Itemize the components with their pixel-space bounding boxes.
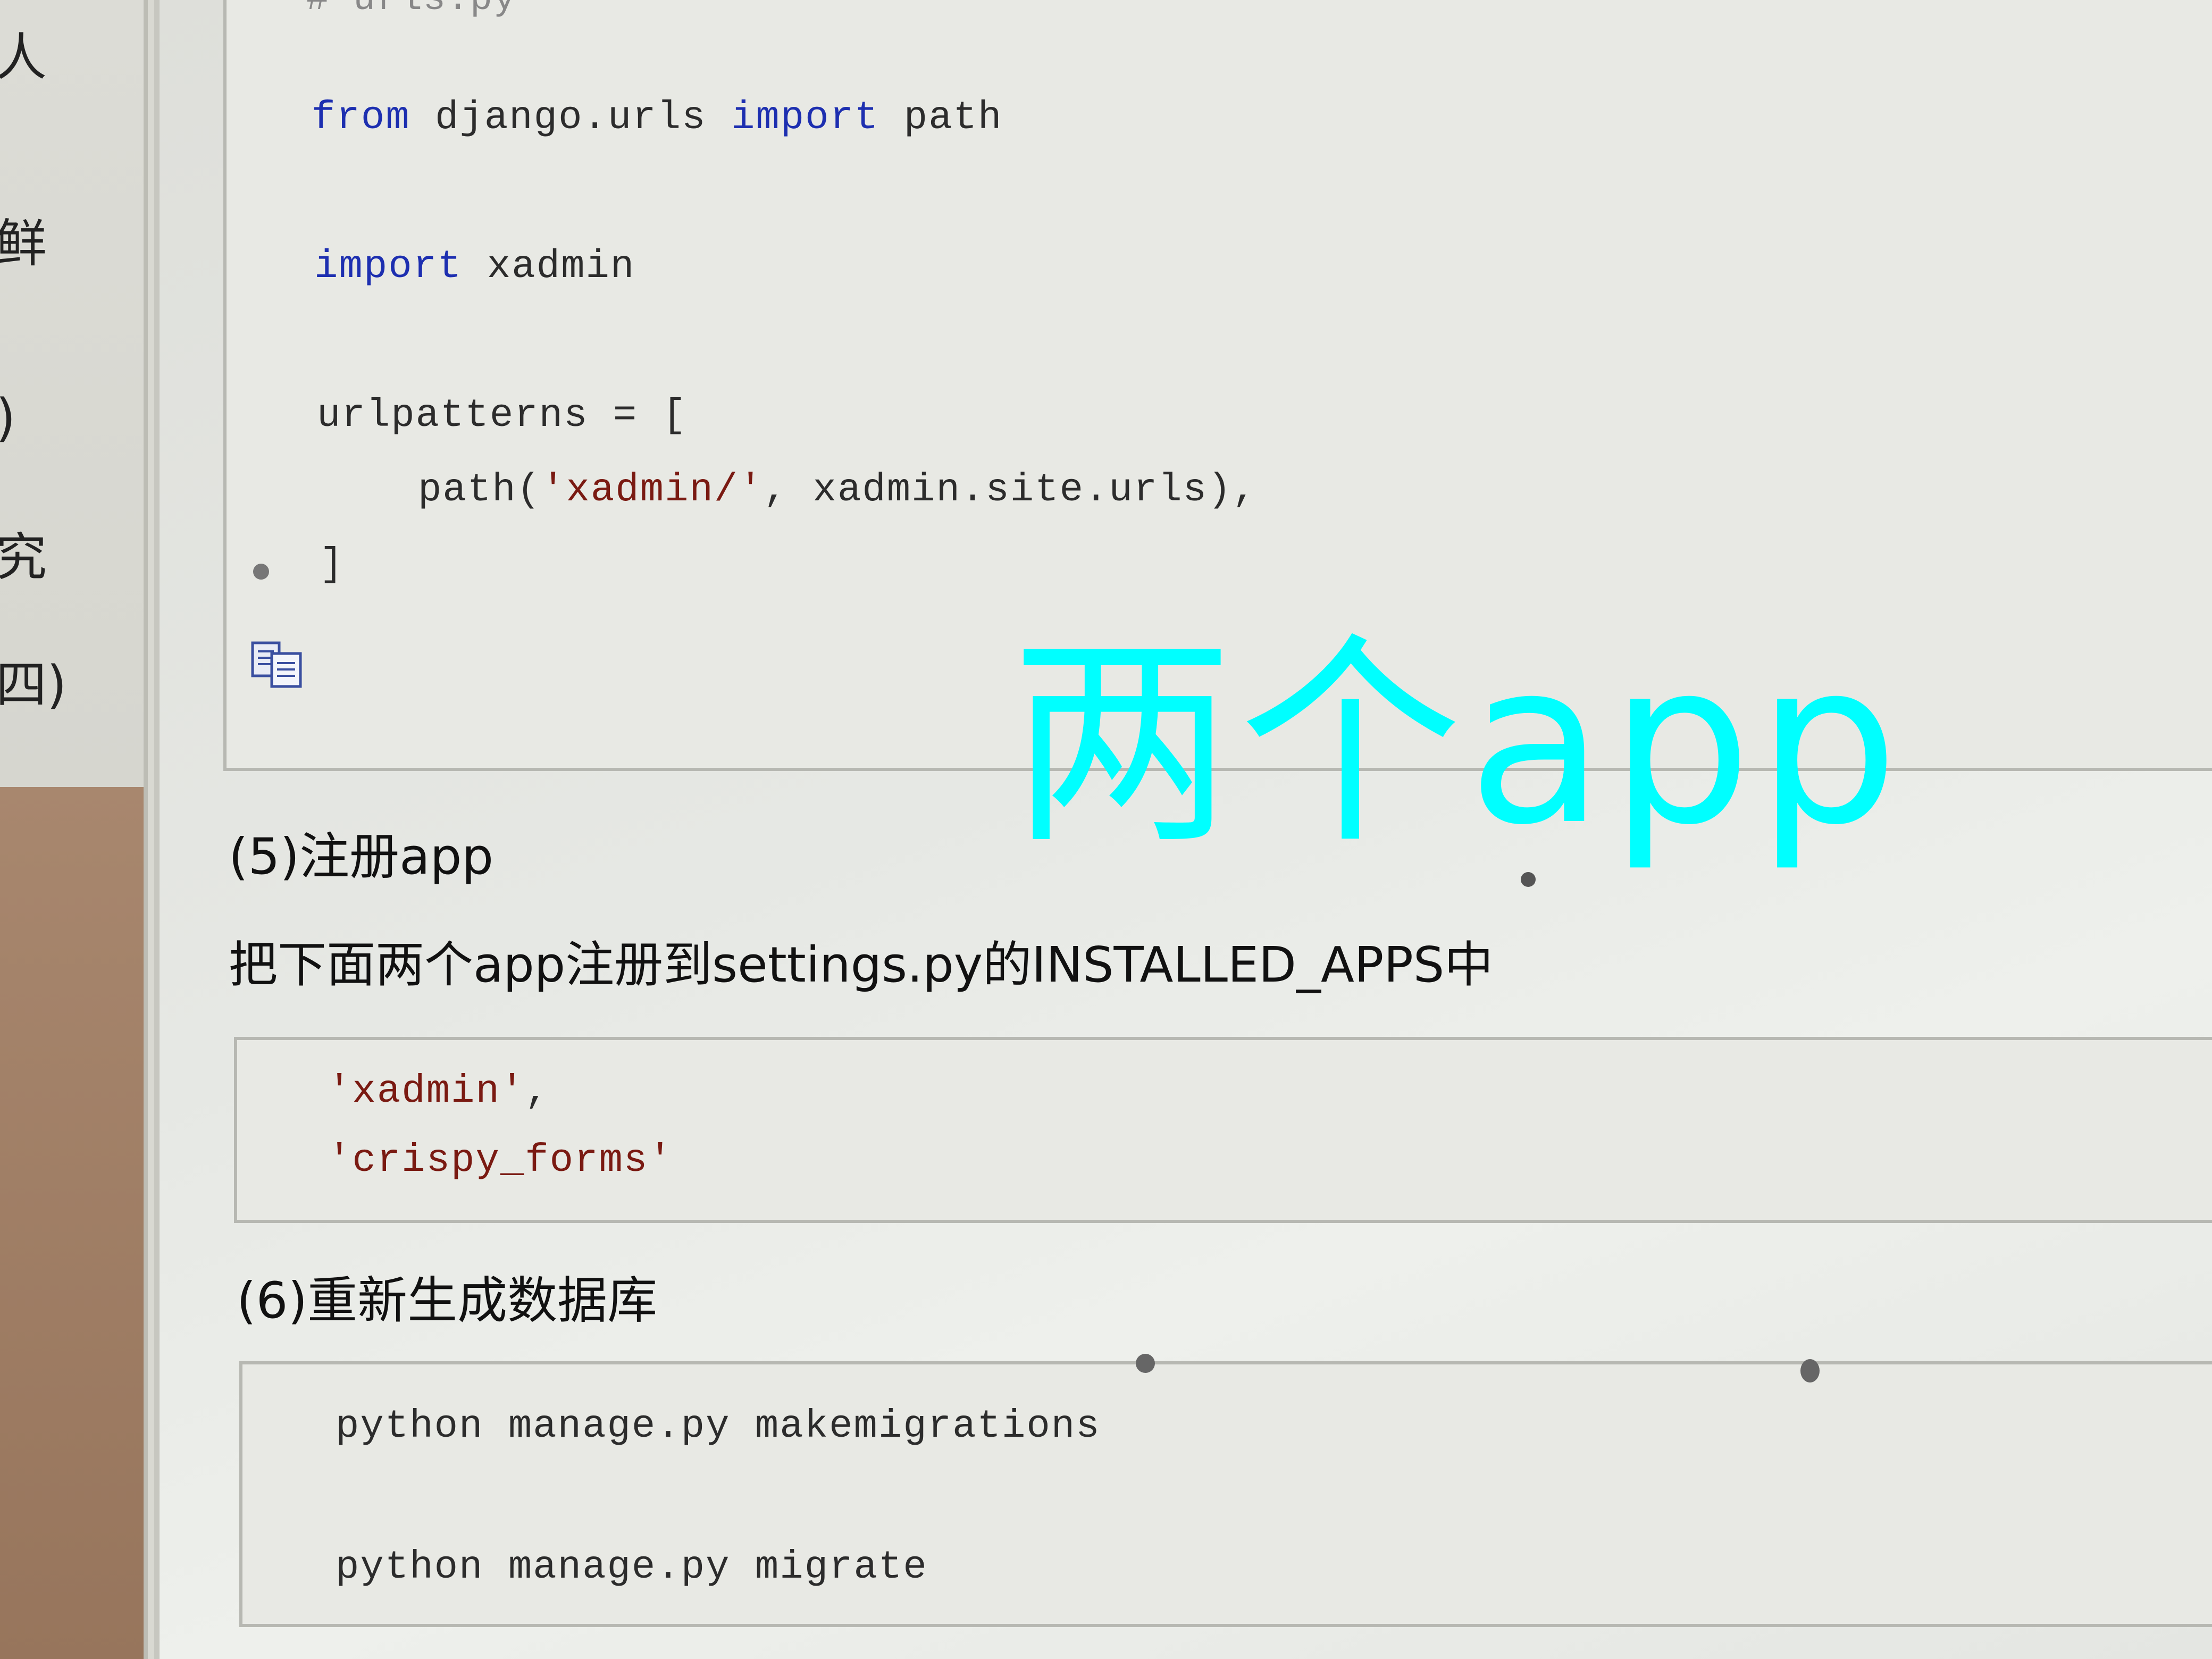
import-name: path bbox=[879, 96, 1003, 140]
code-block-migrations: python manage.py makemigrations python m… bbox=[239, 1354, 2212, 1627]
code-line-crispy-forms: 'crispy_forms' bbox=[328, 1138, 673, 1183]
keyword: import bbox=[731, 96, 879, 140]
dust-speck bbox=[1136, 1354, 1155, 1373]
string-literal: 'crispy_forms' bbox=[328, 1138, 673, 1183]
code-line-close-bracket: ] bbox=[320, 542, 345, 587]
dust-speck bbox=[1800, 1359, 1820, 1382]
code-text: , bbox=[525, 1069, 550, 1114]
string-literal: 'xadmin/' bbox=[541, 468, 764, 513]
dust-speck bbox=[1521, 872, 1536, 887]
sidebar-fragment[interactable]: 人 bbox=[0, 16, 47, 90]
overlay-annotation: 两个app bbox=[1010, 614, 1904, 874]
sidebar-fragment[interactable]: 鲜 bbox=[0, 202, 47, 276]
module-name: django.urls bbox=[410, 96, 731, 140]
sidebar-fragment[interactable]: 四) bbox=[0, 643, 66, 717]
code-line-import-path: from django.urls import path bbox=[312, 96, 1002, 140]
code-line-xadmin: 'xadmin', bbox=[328, 1069, 550, 1114]
code-block-installed-apps: 'xadmin', 'crispy_forms' bbox=[234, 1037, 2212, 1223]
keyword: from bbox=[312, 96, 410, 140]
sidebar-fragment[interactable]: ) bbox=[0, 388, 15, 448]
dust-speck bbox=[253, 564, 269, 580]
section-heading-regenerate-db: (6)重新生成数据库 bbox=[237, 1272, 658, 1330]
section-description: 把下面两个app注册到settings.py的INSTALLED_APPS中 bbox=[229, 936, 1494, 993]
sidebar-fragment[interactable]: 究 bbox=[0, 516, 47, 590]
code-line-import-xadmin: import xadmin bbox=[314, 245, 635, 289]
code-line-urlpatterns: urlpatterns = [ bbox=[317, 393, 688, 438]
left-sidebar: 人 鲜 ) 究 四) bbox=[0, 0, 148, 1659]
copy-icon[interactable] bbox=[250, 641, 304, 689]
import-name: xadmin bbox=[462, 245, 635, 289]
code-comment-filename: # urls.py bbox=[306, 0, 517, 21]
code-text: , xadmin.site.urls), bbox=[763, 468, 1257, 513]
code-line-migrate: python manage.py migrate bbox=[336, 1545, 928, 1590]
code-text: path( bbox=[418, 468, 542, 513]
string-literal: 'xadmin' bbox=[328, 1069, 525, 1114]
code-line-makemigrations: python manage.py makemigrations bbox=[336, 1404, 1101, 1449]
keyword: import bbox=[314, 245, 463, 289]
code-line-path-entry: path('xadmin/', xadmin.site.urls), bbox=[418, 468, 1257, 513]
section-heading-register-app: (5)注册app bbox=[229, 828, 494, 886]
